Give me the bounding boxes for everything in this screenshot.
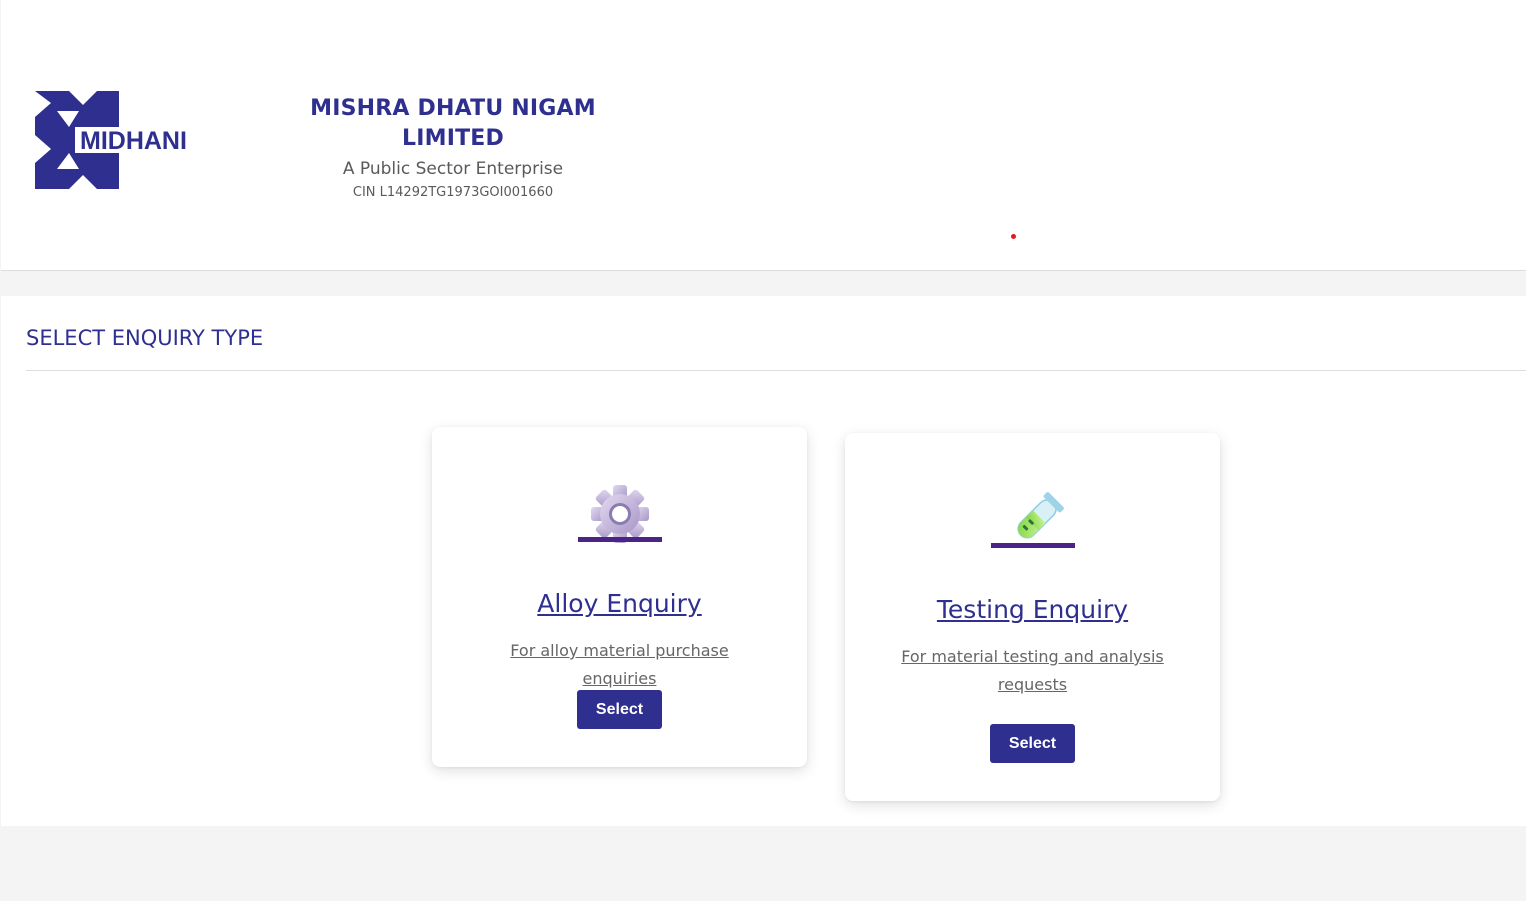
company-cin: CIN L14292TG1973GOI001660 (352, 185, 554, 200)
alloy-enquiry-description[interactable]: For alloy material purchase enquiries (472, 637, 767, 693)
section-divider (26, 370, 1526, 371)
testing-select-button[interactable]: Select (990, 724, 1075, 763)
company-tagline: A Public Sector Enterprise (342, 159, 564, 179)
testing-enquiry-title[interactable]: Testing Enquiry (845, 595, 1220, 624)
section-title: SELECT ENQUIRY TYPE (26, 326, 264, 350)
alloy-enquiry-card[interactable]: Alloy Enquiry For alloy material purchas… (432, 427, 807, 767)
testing-enquiry-card[interactable]: Testing Enquiry For material testing and… (845, 433, 1220, 801)
alloy-select-button[interactable]: Select (577, 690, 662, 729)
gear-icon (578, 483, 662, 549)
alloy-enquiry-title[interactable]: Alloy Enquiry (432, 589, 807, 618)
enquiry-selection-panel: SELECT ENQUIRY TYPE Alloy Enquiry For al… (1, 296, 1526, 826)
brand-block: MISHRA DHATU NIGAM LIMITED A Public Sect… (263, 94, 643, 200)
midhani-logo[interactable]: MIDHANI (35, 89, 201, 189)
red-dot-indicator (1011, 234, 1016, 239)
logo-text: MIDHANI (80, 127, 187, 155)
testing-enquiry-description[interactable]: For material testing and analysis reques… (885, 643, 1180, 699)
site-header: MIDHANI MISHRA DHATU NIGAM LIMITED A Pub… (1, 0, 1526, 271)
company-name: MISHRA DHATU NIGAM LIMITED (310, 96, 596, 151)
test-tube-icon (991, 489, 1075, 555)
